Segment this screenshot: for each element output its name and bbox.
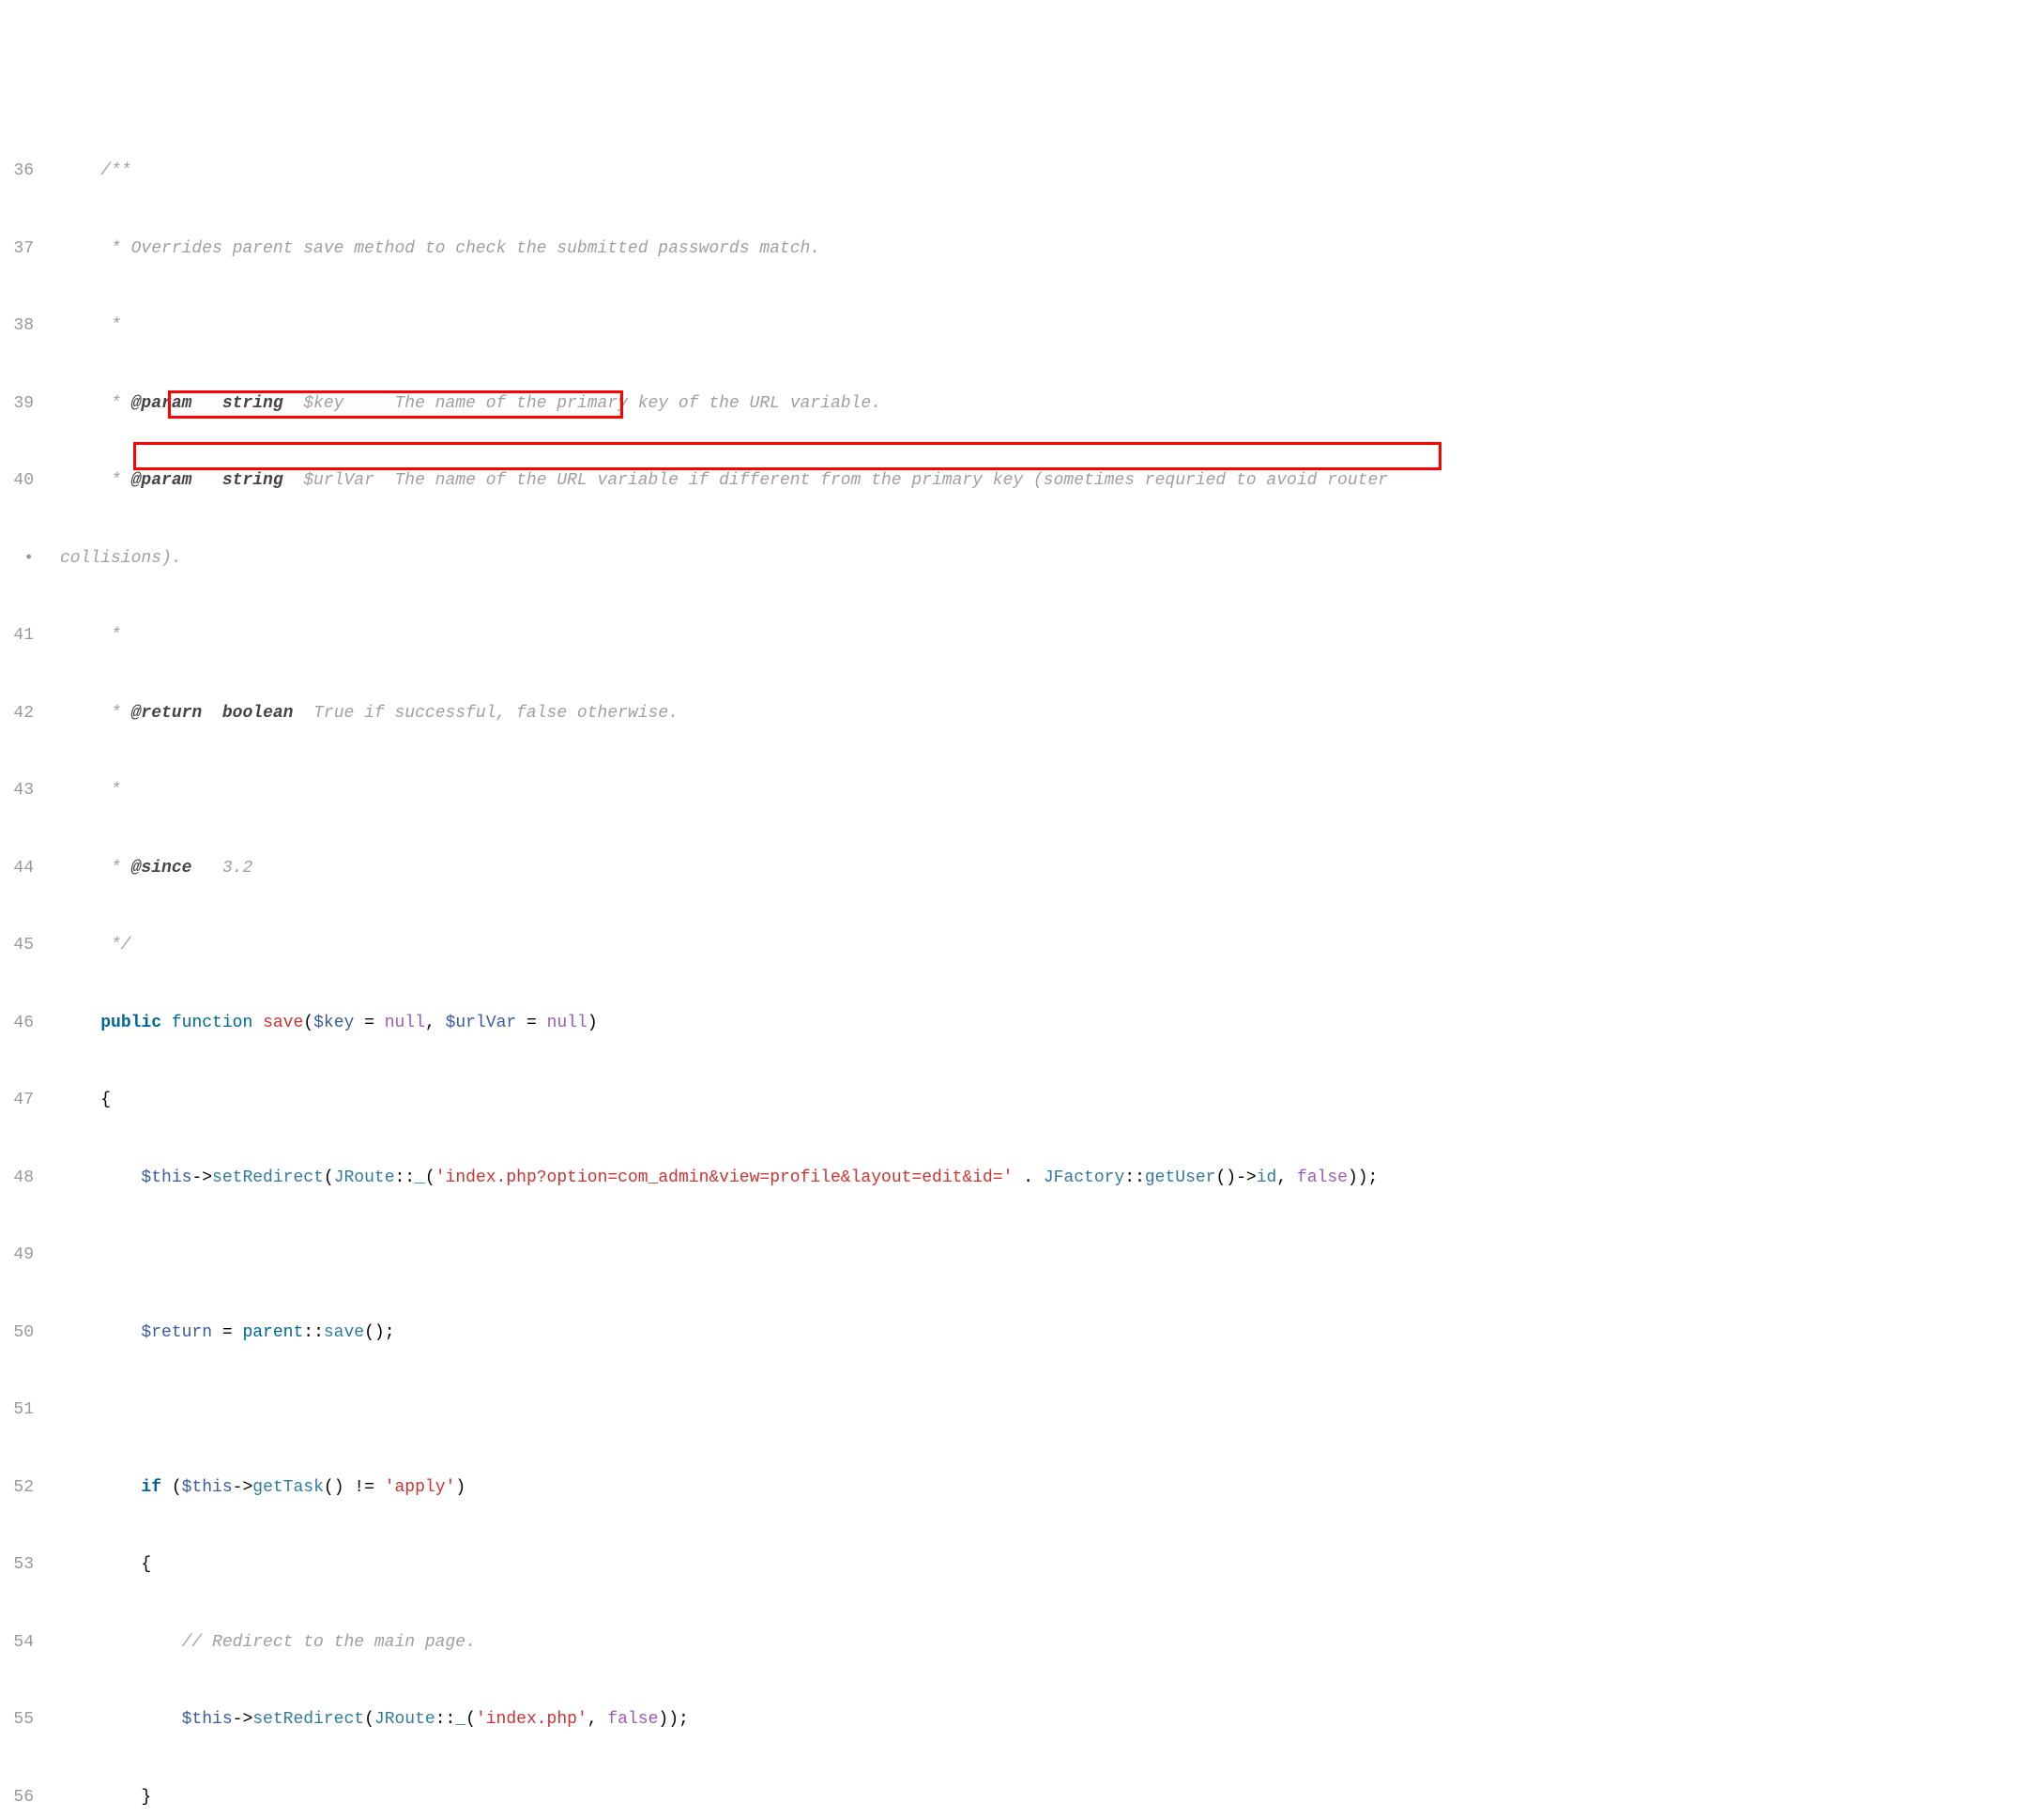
line-number: 37 [0, 237, 34, 263]
code-area[interactable]: /** * Overrides parent save method to ch… [60, 107, 2044, 1817]
line-number: 44 [0, 856, 34, 882]
code-line: $return = parent::save(); [60, 1321, 2044, 1347]
line-number: 51 [0, 1397, 34, 1424]
code-line: * [60, 778, 2044, 804]
code-line: collisions). [60, 546, 2044, 573]
code-line: if ($this->getTask() != 'apply') [60, 1475, 2044, 1502]
line-number: 47 [0, 1088, 34, 1114]
line-number-gutter: 36 37 38 39 40 • 41 42 43 44 45 46 47 48… [0, 107, 60, 1817]
line-number: 42 [0, 701, 34, 727]
code-line [60, 1397, 2044, 1424]
code-line [60, 1243, 2044, 1269]
code-line: * @since 3.2 [60, 856, 2044, 882]
code-line: /** [60, 159, 2044, 185]
line-number: 49 [0, 1243, 34, 1269]
code-line: * [60, 313, 2044, 340]
code-line: } [60, 1785, 2044, 1811]
line-number: 38 [0, 313, 34, 340]
code-line: * [60, 623, 2044, 649]
line-number: 43 [0, 778, 34, 804]
line-number: • [0, 546, 34, 573]
line-number: 56 [0, 1785, 34, 1811]
line-number: 50 [0, 1321, 34, 1347]
code-line: { [60, 1088, 2044, 1114]
code-line: * Overrides parent save method to check … [60, 237, 2044, 263]
code-line: { [60, 1552, 2044, 1579]
code-line: public function save($key = null, $urlVa… [60, 1011, 2044, 1037]
code-line: * @param string $urlVar The name of the … [60, 468, 2044, 495]
line-number: 41 [0, 623, 34, 649]
code-line: $this->setRedirect(JRoute::_('index.php?… [60, 1166, 2044, 1192]
line-number: 45 [0, 933, 34, 959]
line-number: 54 [0, 1630, 34, 1657]
code-editor[interactable]: 36 37 38 39 40 • 41 42 43 44 45 46 47 48… [0, 103, 2044, 1817]
line-number: 39 [0, 391, 34, 418]
code-line: */ [60, 933, 2044, 959]
code-line: // Redirect to the main page. [60, 1630, 2044, 1657]
line-number: 55 [0, 1707, 34, 1733]
line-number: 40 [0, 468, 34, 495]
code-line: $this->setRedirect(JRoute::_('index.php'… [60, 1707, 2044, 1733]
code-line: * @return boolean True if successful, fa… [60, 701, 2044, 727]
highlight-box [133, 442, 1441, 470]
line-number: 46 [0, 1011, 34, 1037]
code-line: * @param string $key The name of the pri… [60, 391, 2044, 418]
line-number: 36 [0, 159, 34, 185]
line-number: 53 [0, 1552, 34, 1579]
line-number: 52 [0, 1475, 34, 1502]
line-number: 48 [0, 1166, 34, 1192]
